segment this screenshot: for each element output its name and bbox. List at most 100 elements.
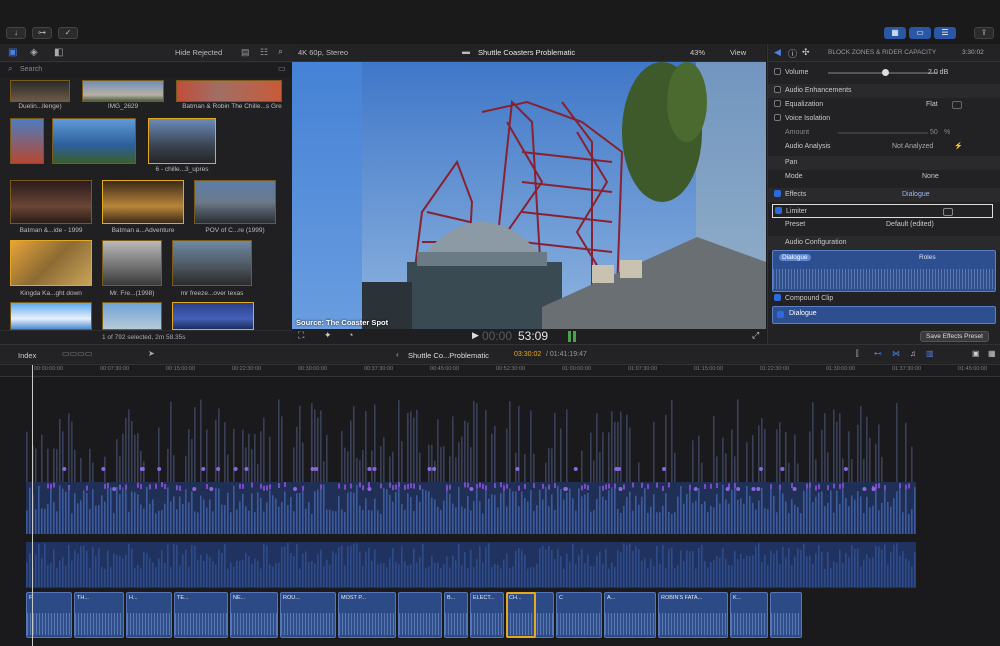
purple-marker[interactable]	[119, 484, 121, 490]
keyword-marker[interactable]	[192, 487, 197, 491]
photos-icon[interactable]: ◈	[30, 47, 38, 58]
audio-waveform-bar[interactable]	[512, 566, 514, 587]
purple-marker[interactable]	[161, 482, 163, 488]
video-waveform-bar[interactable]	[581, 496, 583, 534]
keyword-marker[interactable]	[573, 467, 578, 471]
audio-waveform-bar[interactable]	[869, 558, 871, 587]
audio-waveform-bar[interactable]	[317, 554, 319, 587]
keyword-marker[interactable]	[725, 487, 730, 491]
purple-marker[interactable]	[476, 483, 478, 489]
eq-editor-icon[interactable]	[952, 101, 962, 109]
video-waveform-bar[interactable]	[374, 498, 376, 534]
connected-clip-bar[interactable]	[737, 399, 739, 482]
audio-waveform-bar[interactable]	[854, 548, 856, 587]
purple-marker[interactable]	[791, 483, 793, 489]
video-waveform-bar[interactable]	[548, 506, 550, 534]
clip-appearance-icon[interactable]: ▤	[241, 47, 250, 58]
purple-marker[interactable]	[689, 484, 691, 490]
connected-clip-bar[interactable]	[68, 413, 70, 482]
audio-waveform-bar[interactable]	[230, 562, 232, 587]
video-waveform-bar[interactable]	[122, 487, 124, 534]
audio-clip[interactable]: ELECT...	[470, 592, 504, 638]
dialogue-checkbox[interactable]	[777, 311, 784, 318]
video-waveform-bar[interactable]	[407, 493, 409, 534]
audio-waveform-bar[interactable]	[428, 566, 430, 587]
video-waveform-bar[interactable]	[503, 484, 505, 534]
video-waveform-bar[interactable]	[146, 486, 148, 534]
purple-marker[interactable]	[608, 483, 610, 489]
purple-marker[interactable]	[779, 484, 781, 490]
audio-waveform-bar[interactable]	[731, 565, 733, 587]
audio-waveform-bar[interactable]	[626, 544, 628, 587]
video-waveform-bar[interactable]	[701, 504, 703, 534]
connected-clip-bar[interactable]	[341, 430, 343, 482]
connected-clip-bar[interactable]	[314, 409, 316, 482]
video-waveform-bar[interactable]	[278, 506, 280, 534]
audio-waveform-bar[interactable]	[197, 559, 199, 587]
video-waveform-bar[interactable]	[635, 495, 637, 534]
project-name[interactable]: Shuttle Co...Problematic	[408, 351, 489, 360]
video-waveform-bar[interactable]	[800, 513, 802, 534]
video-waveform-bar[interactable]	[212, 511, 214, 534]
audio-waveform-bar[interactable]	[836, 562, 838, 587]
video-waveform-bar[interactable]	[200, 495, 202, 534]
audio-waveform-bar[interactable]	[158, 558, 160, 587]
video-waveform-bar[interactable]	[332, 510, 334, 534]
audio-waveform-bar[interactable]	[209, 557, 211, 587]
purple-marker[interactable]	[140, 484, 142, 490]
video-waveform-bar[interactable]	[203, 499, 205, 534]
keyword-marker[interactable]	[843, 467, 848, 471]
audio-waveform-bar[interactable]	[125, 554, 127, 587]
connected-clip-bar[interactable]	[56, 449, 58, 482]
audio-waveform-bar[interactable]	[872, 557, 874, 587]
thumbnail[interactable]	[102, 302, 162, 330]
keyword-marker[interactable]	[759, 467, 764, 471]
connected-clip-bar[interactable]	[788, 462, 790, 482]
audio-waveform-bar[interactable]	[182, 554, 184, 587]
video-waveform-bar[interactable]	[62, 488, 64, 534]
video-waveform-bar[interactable]	[623, 505, 625, 534]
purple-marker[interactable]	[392, 485, 394, 491]
audio-waveform-bar[interactable]	[257, 560, 259, 587]
amount-value[interactable]: 50	[930, 126, 938, 140]
audio-waveform-bar[interactable]	[611, 562, 613, 587]
audio-waveform-bar[interactable]	[728, 565, 730, 587]
video-waveform-bar[interactable]	[707, 512, 709, 534]
audio-waveform-bar[interactable]	[218, 549, 220, 587]
audio-waveform-bar[interactable]	[458, 543, 460, 587]
audio-waveform-bar[interactable]	[593, 566, 595, 587]
connected-clip-bar[interactable]	[473, 401, 475, 482]
connected-clip-bar[interactable]	[785, 431, 787, 482]
video-waveform-bar[interactable]	[179, 496, 181, 534]
audio-waveform-bar[interactable]	[797, 548, 799, 587]
video-waveform-bar[interactable]	[626, 496, 628, 534]
play-button[interactable]: ▶	[472, 330, 479, 341]
connected-clip-bar[interactable]	[827, 452, 829, 482]
video-waveform-bar[interactable]	[398, 486, 400, 534]
connected-clip-bar[interactable]	[839, 412, 841, 482]
connected-clip-bar[interactable]	[443, 446, 445, 482]
connected-clip-bar[interactable]	[626, 414, 628, 482]
connected-clip-bar[interactable]	[185, 455, 187, 482]
connected-clip-bar[interactable]	[458, 442, 460, 482]
connected-clip-bar[interactable]	[140, 450, 142, 482]
video-waveform-bar[interactable]	[464, 508, 466, 534]
playhead[interactable]	[32, 365, 33, 646]
connected-clip-bar[interactable]	[71, 421, 73, 482]
connected-clip-bar[interactable]	[467, 422, 469, 482]
audio-waveform-bar[interactable]	[749, 556, 751, 587]
video-waveform-bar[interactable]	[497, 507, 499, 534]
audio-waveform-bar[interactable]	[587, 554, 589, 587]
audio-waveform-bar[interactable]	[215, 564, 217, 587]
video-waveform-bar[interactable]	[386, 489, 388, 534]
purple-marker[interactable]	[710, 483, 712, 489]
connected-clip-bar[interactable]	[752, 434, 754, 482]
background-tasks-button[interactable]: ✓	[58, 27, 78, 39]
connected-clip-bar[interactable]	[722, 437, 724, 482]
video-waveform-bar[interactable]	[779, 486, 781, 534]
effects-checkbox[interactable]	[774, 190, 781, 197]
video-waveform-bar[interactable]	[167, 487, 169, 534]
purple-marker[interactable]	[614, 483, 616, 489]
connected-clip-bar[interactable]	[476, 403, 478, 482]
video-waveform-bar[interactable]	[188, 502, 190, 534]
